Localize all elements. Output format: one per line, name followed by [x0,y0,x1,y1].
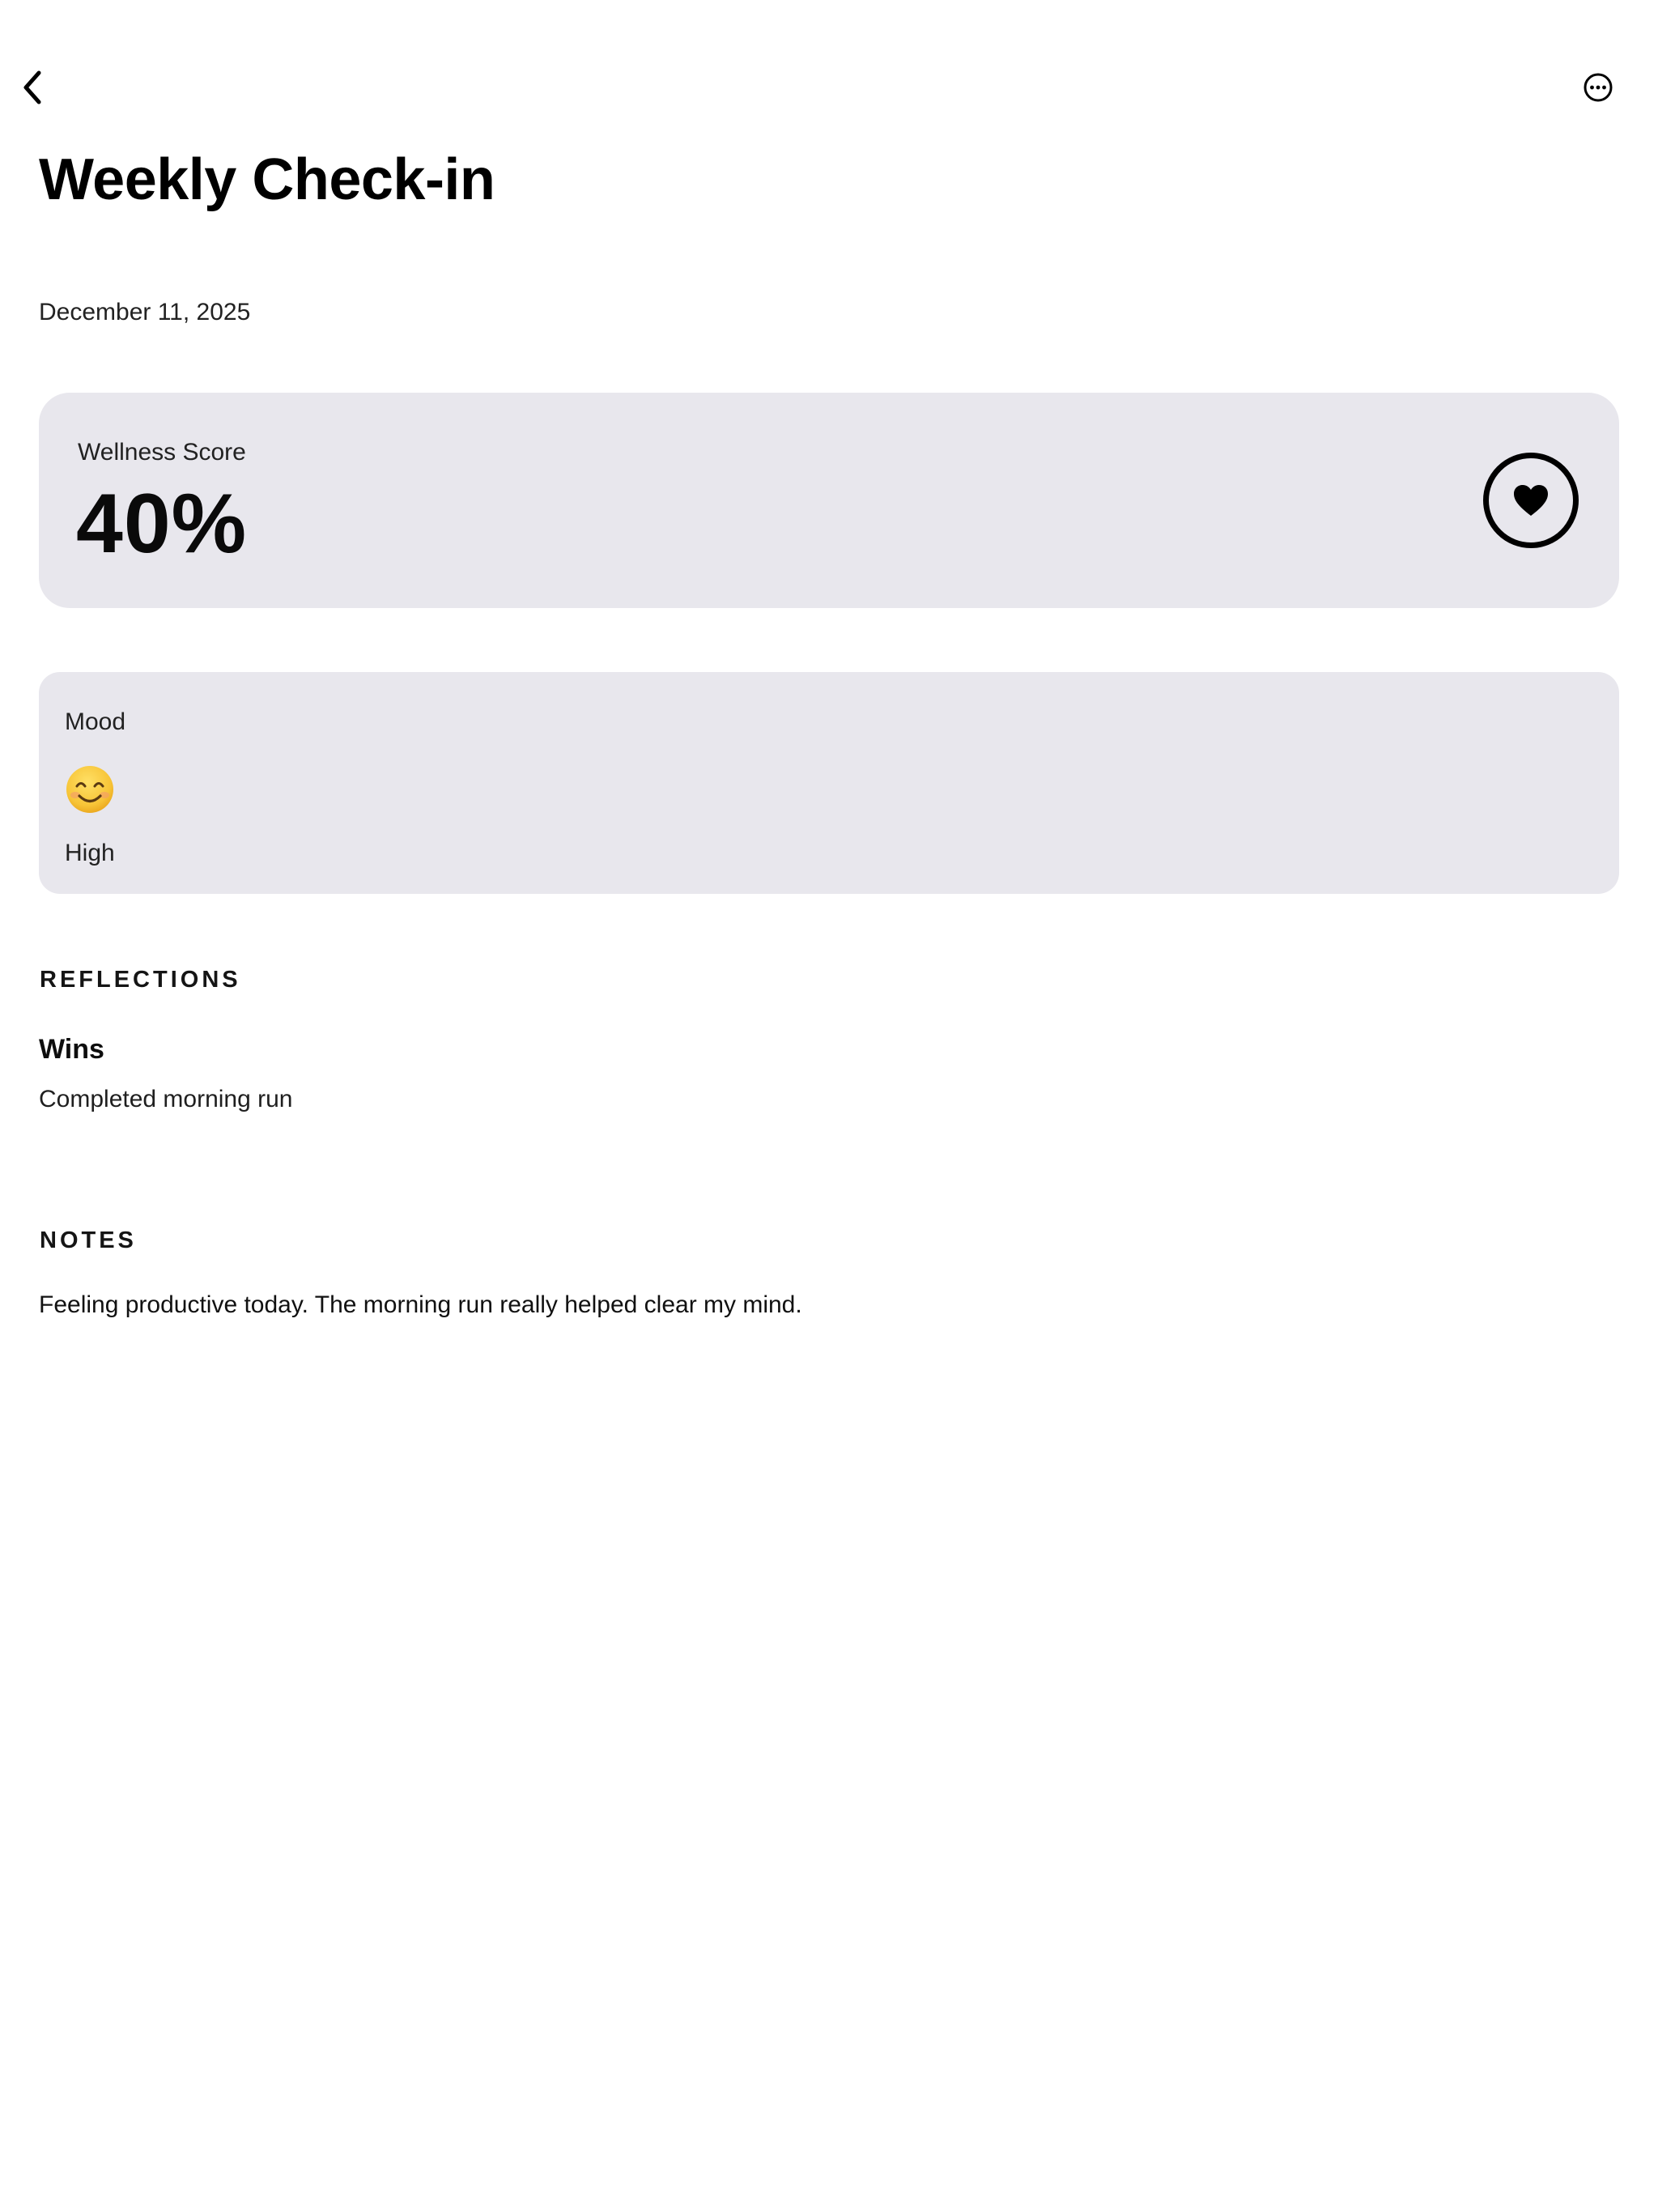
more-options-button[interactable] [1582,71,1614,104]
wellness-score-value: 40% [76,477,248,571]
chevron-left-icon [23,70,41,104]
check-in-date: December 11, 2025 [39,299,251,325]
back-button[interactable] [16,68,49,107]
check-in-detail-screen: Weekly Check-in December 11, 2025 Wellne… [0,0,1658,2212]
ellipsis-circle-icon [1584,73,1613,102]
wellness-score-card: Wellness Score 40% [39,393,1619,608]
mood-label: Mood [65,708,126,735]
heart-icon [1514,485,1548,516]
notes-heading: NOTES [40,1227,137,1253]
wins-title: Wins [39,1034,104,1065]
reflections-heading: REFLECTIONS [40,967,241,993]
mood-value: High [65,840,115,866]
wellness-score-label: Wellness Score [78,439,246,466]
wins-text: Completed morning run [39,1086,293,1112]
smiling-face-icon [66,766,113,813]
page-title: Weekly Check-in [39,147,495,212]
wellness-heart-button[interactable] [1483,453,1579,548]
notes-text: Feeling productive today. The morning ru… [39,1291,802,1318]
mood-card: Mood High [39,672,1619,894]
